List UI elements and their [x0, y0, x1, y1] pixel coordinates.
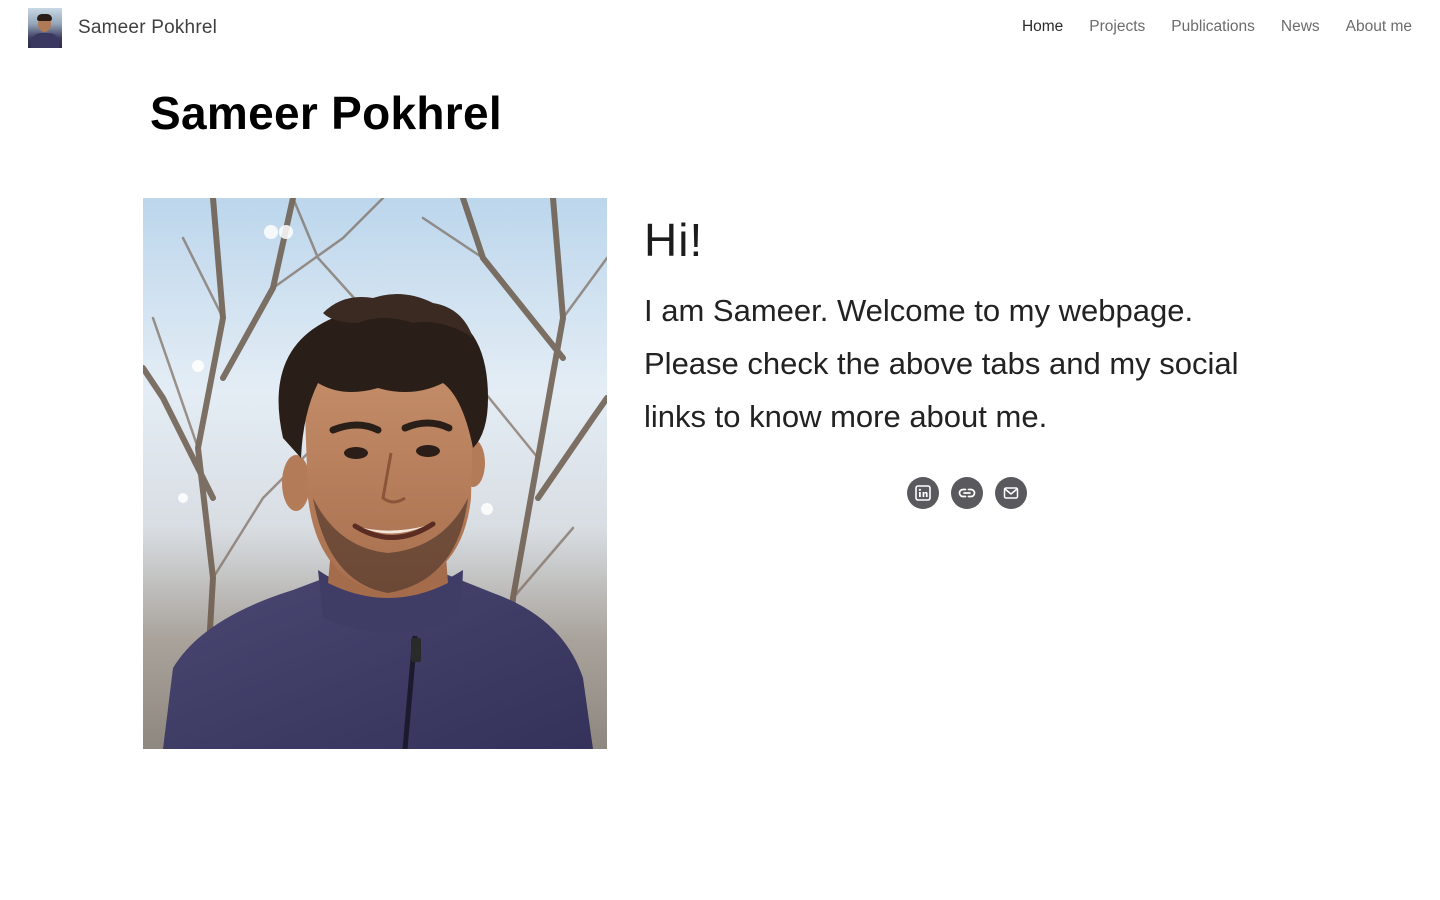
top-navbar: Sameer Pokhrel Home Projects Publication… — [0, 0, 1440, 58]
nav-link-news[interactable]: News — [1281, 18, 1320, 36]
page-title: Sameer Pokhrel — [150, 87, 502, 139]
website-link-button[interactable] — [951, 477, 983, 509]
greeting-heading: Hi! — [644, 214, 704, 266]
nav-link-projects[interactable]: Projects — [1089, 18, 1145, 36]
nav-link-about[interactable]: About me — [1346, 18, 1412, 36]
social-links — [907, 477, 1027, 509]
brand-avatar — [28, 8, 62, 48]
nav-link-publications[interactable]: Publications — [1171, 18, 1255, 36]
email-icon — [1003, 485, 1019, 501]
intro-section: Hi! I am Sameer. Welcome to my webpage. … — [644, 210, 1284, 443]
bio-text: I am Sameer. Welcome to my webpage. Plea… — [644, 293, 1239, 434]
linkedin-icon — [915, 485, 931, 501]
profile-photo — [143, 198, 607, 749]
brand-link[interactable]: Sameer Pokhrel — [28, 8, 217, 48]
nav-menu: Home Projects Publications News About me — [996, 18, 1412, 36]
link-icon — [958, 484, 976, 502]
nav-link-home[interactable]: Home — [1022, 18, 1063, 36]
email-button[interactable] — [995, 477, 1027, 509]
brand-name: Sameer Pokhrel — [78, 17, 218, 38]
linkedin-button[interactable] — [907, 477, 939, 509]
